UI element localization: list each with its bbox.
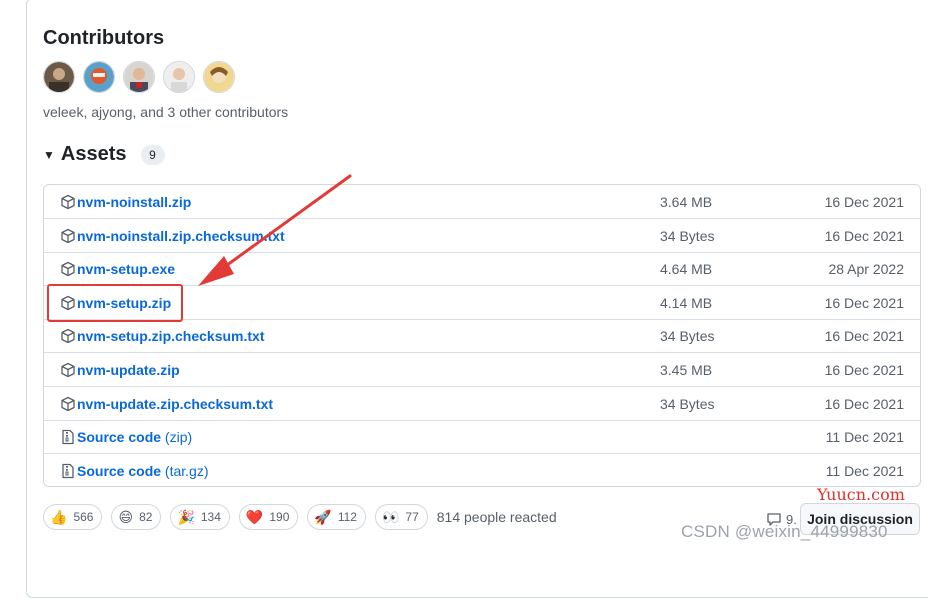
- reaction-count: 190: [269, 510, 290, 524]
- annotation-highlight-box: [47, 284, 183, 322]
- reaction-count: 112: [337, 510, 357, 524]
- asset-date: 16 Dec 2021: [824, 194, 904, 210]
- annotation-arrow-icon: [198, 174, 352, 286]
- asset-date: 16 Dec 2021: [824, 362, 904, 378]
- asset-size: 3.45 MB: [660, 362, 713, 378]
- asset-name: nvm-update.zip.checksum.txt: [77, 395, 274, 412]
- asset-name: nvm-noinstall.zip: [77, 194, 192, 210]
- asset-row: nvm-setup.zip.checksum.txt 34 Bytes 16 Dec…: [44, 319, 920, 354]
- reaction-button[interactable]: 🎉 134: [170, 504, 230, 530]
- asset-size: 4.64 MB: [660, 261, 713, 278]
- tada-icon: 🎉: [177, 508, 195, 525]
- asset-row: nvm-noinstall.zip.checksum.txt 34 Bytes 16…: [44, 219, 920, 253]
- asset-name: nvm-setup.exe: [77, 261, 176, 278]
- assets-heading: Assets: [60, 143, 127, 165]
- asset-link[interactable]: nvm-update.zip.checksum.txt: [77, 396, 273, 412]
- package-icon: [60, 194, 76, 210]
- avatar[interactable]: [203, 61, 235, 93]
- asset-format: (tar.gz): [164, 462, 209, 479]
- watermark-yuucn: Yuucn.com: [817, 485, 905, 504]
- reaction-count: 566: [73, 510, 94, 524]
- asset-date: 11 Dec 2021: [825, 429, 904, 446]
- reaction-button[interactable]: 🚀 112: [307, 504, 366, 530]
- asset-link[interactable]: nvm-setup.zip.checksum.txt: [77, 328, 265, 344]
- avatar[interactable]: [123, 61, 155, 93]
- assets-list: nvm-noinstall.zip 3.64 MB 16 Dec 2021 nvm-n…: [43, 184, 921, 487]
- file-zip-icon: [60, 463, 76, 479]
- package-icon: [60, 396, 76, 412]
- asset-name: Source code: [77, 462, 162, 479]
- asset-name: nvm-update.zip: [77, 362, 180, 378]
- reaction-button[interactable]: ❤️ 190: [238, 504, 299, 530]
- asset-size: 34 Bytes: [660, 227, 715, 244]
- asset-link[interactable]: nvm-setup.exe: [77, 261, 175, 277]
- asset-row: Source code (tar.gz) 11 Dec 2021: [44, 454, 920, 486]
- assets-toggle[interactable]: ▼ Assets 9: [43, 143, 165, 166]
- reaction-count: 82: [139, 510, 153, 524]
- asset-date: 16 Dec 2021: [824, 328, 904, 345]
- rocket-icon: 🚀: [314, 508, 332, 525]
- asset-size: 34 Bytes: [660, 328, 715, 345]
- asset-size: 4.14 MB: [660, 294, 713, 311]
- asset-date: 16 Dec 2021: [824, 395, 904, 412]
- reactions-bar: 👍 566 😄 82 🎉 134 ❤️ 190 🚀 112 👀 77 814 people reacte…: [43, 504, 557, 530]
- asset-link[interactable]: Source code (zip): [77, 429, 192, 445]
- thumbs-up-icon: 👍: [50, 508, 68, 525]
- package-icon: [60, 328, 76, 344]
- asset-format: (zip): [164, 429, 193, 446]
- asset-name: nvm-setup.zip.checksum.txt: [77, 328, 265, 345]
- asset-row: nvm-setup.exe 4.64 MB 28 Apr 2022: [44, 252, 920, 287]
- package-icon: [60, 362, 76, 378]
- asset-date: 16 Dec 2021: [824, 294, 904, 311]
- file-zip-icon: [60, 429, 76, 445]
- asset-row: nvm-update.zip 3.45 MB 16 Dec 2021: [44, 353, 920, 387]
- asset-date: 16 Dec 2021: [824, 227, 904, 244]
- reaction-count: 134: [200, 510, 221, 524]
- avatar[interactable]: [163, 61, 195, 93]
- asset-row: nvm-noinstall.zip 3.64 MB 16 Dec 2021: [44, 185, 920, 219]
- asset-date: 11 Dec 2021: [825, 462, 904, 479]
- assets-count-badge: 9: [140, 144, 165, 165]
- asset-size: 34 Bytes: [660, 395, 715, 412]
- contributors-heading: Contributors: [43, 27, 165, 49]
- eyes-icon: 👀: [381, 508, 400, 525]
- package-icon: [60, 228, 76, 244]
- asset-date: 28 Apr 2022: [828, 261, 904, 278]
- asset-name: Source code: [77, 429, 162, 446]
- reaction-button[interactable]: 😄 82: [111, 504, 162, 530]
- reaction-count: 77: [405, 510, 419, 524]
- asset-link[interactable]: nvm-noinstall.zip: [77, 194, 191, 210]
- reactions-summary: 814 people reacted: [436, 509, 557, 525]
- heart-icon: ❤️: [245, 508, 264, 525]
- asset-row: Source code (zip) 11 Dec 2021: [44, 420, 920, 455]
- contributor-avatars: [43, 61, 235, 93]
- contributors-summary: veleek, ajyong, and 3 other contributors: [43, 104, 289, 120]
- reaction-button[interactable]: 👀 77: [374, 504, 428, 530]
- asset-row: nvm-update.zip.checksum.txt 34 Bytes 16 De…: [44, 387, 920, 421]
- watermark-csdn: CSDN @weixin_44999830: [681, 522, 888, 541]
- smile-icon: 😄: [118, 508, 134, 525]
- asset-link[interactable]: Source code (tar.gz): [77, 463, 209, 479]
- triangle-down-icon: ▼: [43, 147, 55, 162]
- asset-size: 3.64 MB: [660, 194, 713, 210]
- reaction-button[interactable]: 👍 566: [43, 504, 103, 530]
- avatar[interactable]: [43, 61, 75, 93]
- asset-link[interactable]: nvm-update.zip: [77, 362, 180, 378]
- package-icon: [60, 261, 76, 277]
- avatar[interactable]: [83, 61, 115, 93]
